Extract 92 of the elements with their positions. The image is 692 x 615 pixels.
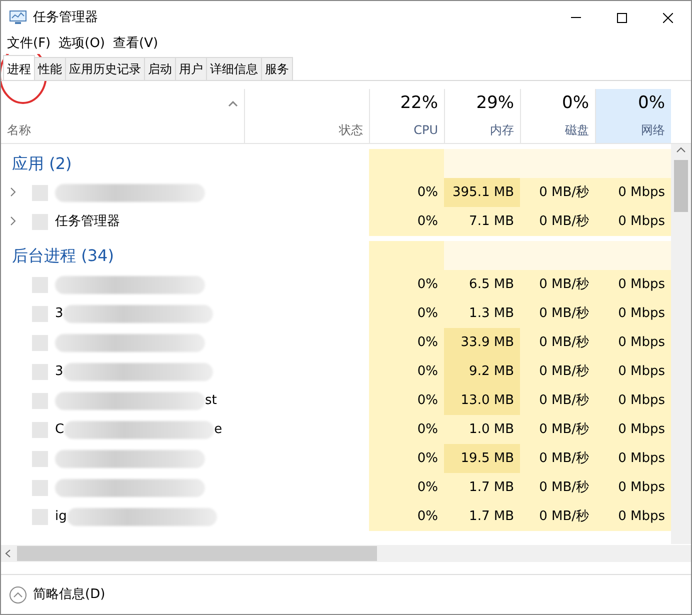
- table-cell: 0%: [369, 178, 444, 207]
- window-title: 任务管理器: [33, 8, 98, 27]
- table-cell: 0%: [369, 299, 444, 328]
- table-cell: 0 Mbps: [595, 357, 671, 386]
- table-cell: 0 Mbps: [595, 473, 671, 502]
- column-label[interactable]: 内存: [490, 121, 514, 139]
- tab[interactable]: 用户: [175, 57, 207, 80]
- process-icon: [32, 422, 48, 438]
- close-icon: [663, 12, 673, 22]
- process-icon: [32, 508, 48, 524]
- table-cell: 13.0 MB: [444, 386, 520, 415]
- process-name: C: [55, 420, 64, 439]
- table-cell: 0 Mbps: [595, 328, 671, 357]
- table-cell: 0 Mbps: [595, 270, 671, 299]
- table-cell: 0 Mbps: [595, 502, 671, 531]
- process-icon: [32, 276, 48, 292]
- table-cell: 19.5 MB: [444, 444, 520, 473]
- table-cell: 0 MB/秒: [520, 357, 595, 386]
- process-icon: [32, 392, 48, 408]
- table-cell: 0%: [369, 328, 444, 357]
- column-label[interactable]: 磁盘: [565, 121, 589, 139]
- process-icon: [32, 306, 48, 322]
- process-icon: [32, 480, 48, 496]
- table-cell: 1.7 MB: [444, 502, 520, 531]
- process-name: 任务管理器: [55, 212, 120, 231]
- table-cell: 0 Mbps: [595, 207, 671, 236]
- table-cell: 1.0 MB: [444, 415, 520, 444]
- table-cell: 0 MB/秒: [520, 444, 595, 473]
- menu-item[interactable]: 文件(F): [7, 34, 51, 54]
- table-cell: 0 Mbps: [595, 299, 671, 328]
- process-name: ig: [55, 508, 67, 526]
- table-cell: 0 MB/秒: [520, 178, 595, 207]
- table-cell: 0 MB/秒: [520, 415, 595, 444]
- table-cell: 0 MB/秒: [520, 270, 595, 299]
- column-label[interactable]: 名称: [7, 121, 31, 139]
- table-cell: 0%: [369, 357, 444, 386]
- column-label[interactable]: 网络: [641, 121, 665, 139]
- maximize-icon: [617, 12, 627, 22]
- tab[interactable]: 服务: [261, 57, 293, 80]
- table-cell: 0 MB/秒: [520, 299, 595, 328]
- minimize-icon: [571, 17, 581, 18]
- tab[interactable]: 性能: [34, 57, 66, 80]
- column-label[interactable]: 状态: [339, 121, 363, 139]
- tab[interactable]: 进程: [3, 55, 35, 80]
- tab[interactable]: 启动: [144, 57, 176, 80]
- table-cell: 0%: [369, 444, 444, 473]
- table-cell: 0 Mbps: [595, 444, 671, 473]
- process-name: e: [214, 420, 222, 439]
- table-cell: 6.5 MB: [444, 270, 520, 299]
- table-cell: 0%: [369, 207, 444, 236]
- table-cell: 0%: [369, 270, 444, 299]
- table-cell: 1.3 MB: [444, 299, 520, 328]
- table-cell: 0%: [369, 415, 444, 444]
- table-cell: 0 Mbps: [595, 178, 671, 207]
- usage-percent: 22%: [400, 92, 438, 115]
- table-cell: 0 MB/秒: [520, 502, 595, 531]
- table-cell: 1.7 MB: [444, 473, 520, 502]
- table-cell: 0%: [369, 502, 444, 531]
- usage-percent: 29%: [476, 92, 514, 115]
- tab[interactable]: 应用历史记录: [65, 57, 145, 80]
- table-cell: 0%: [369, 386, 444, 415]
- process-icon: [32, 450, 48, 466]
- process-icon: [32, 364, 48, 380]
- tab[interactable]: 详细信息: [206, 57, 262, 80]
- table-cell: 0 Mbps: [595, 386, 671, 415]
- table-cell: 0 MB/秒: [520, 386, 595, 415]
- process-icon: [32, 184, 48, 200]
- app-icon: [9, 10, 27, 25]
- table-cell: 7.1 MB: [444, 207, 520, 236]
- process-name: st: [205, 392, 217, 410]
- usage-percent: 0%: [638, 92, 665, 115]
- column-label[interactable]: CPU: [414, 121, 438, 139]
- process-name: 3: [55, 362, 64, 381]
- table-cell: 395.1 MB: [444, 178, 520, 207]
- table-cell: 0 MB/秒: [520, 207, 595, 236]
- table-cell: 0 Mbps: [595, 415, 671, 444]
- table-cell: 0 MB/秒: [520, 328, 595, 357]
- column-header[interactable]: 0% 网络: [595, 89, 671, 143]
- process-icon: [32, 334, 48, 350]
- table-cell: 33.9 MB: [444, 328, 520, 357]
- table-cell: 0 MB/秒: [520, 473, 595, 502]
- scrollbar-thumb[interactable]: [17, 546, 377, 561]
- fewer-details-link[interactable]: 简略信息(D): [33, 584, 106, 604]
- usage-percent: 0%: [562, 92, 589, 115]
- group-title: 后台进程 (34): [11, 244, 115, 266]
- collapse-icon[interactable]: [9, 586, 27, 604]
- table-cell: 0%: [369, 473, 444, 502]
- group-title: 应用 (2): [11, 152, 73, 174]
- table-cell: 9.2 MB: [444, 357, 520, 386]
- scrollbar-thumb[interactable]: [674, 160, 688, 212]
- process-name: 3: [55, 304, 64, 323]
- process-icon: [32, 214, 48, 230]
